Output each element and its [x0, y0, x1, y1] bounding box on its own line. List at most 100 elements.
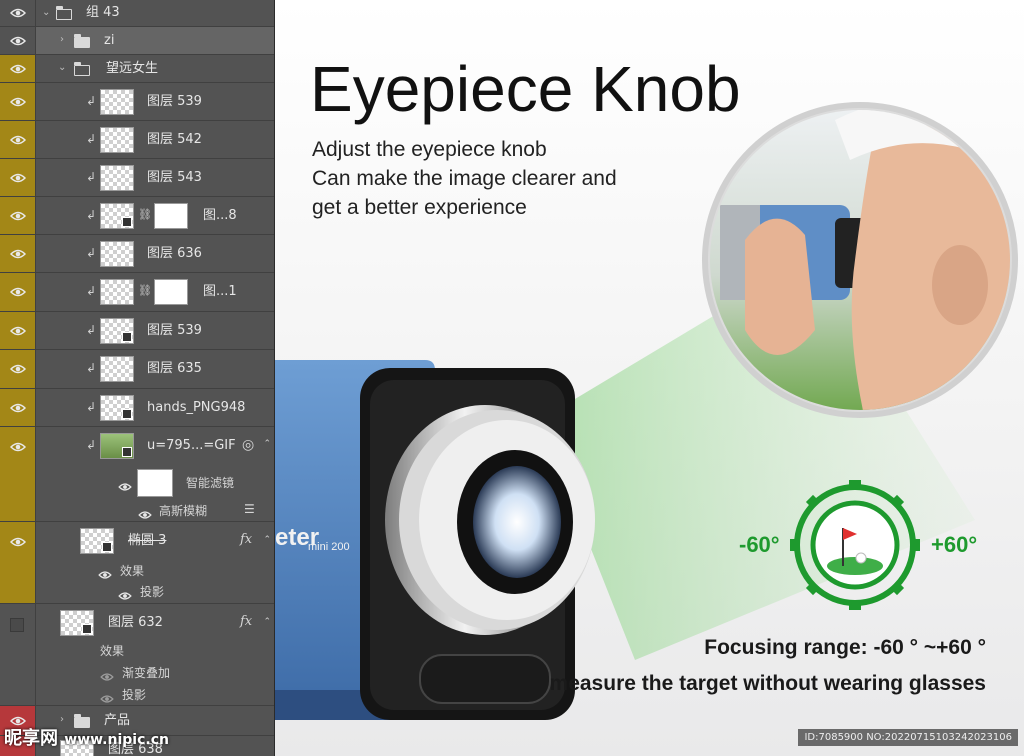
- brand-subtext: mini 200: [308, 541, 350, 553]
- effects-label: 效果: [100, 644, 125, 658]
- degree-right: +60°: [931, 532, 978, 557]
- eye-icon: [10, 286, 26, 298]
- visibility-toggle[interactable]: [0, 312, 36, 349]
- smart-filter-badge-icon: ◎: [242, 437, 255, 453]
- drop-shadow-label: 投影: [122, 688, 147, 702]
- gradient-overlay-label: 渐变叠加: [122, 666, 171, 680]
- layer-label: 椭圆 3: [128, 533, 167, 548]
- layer-label: 图层 542: [147, 132, 202, 147]
- layer-label: 图层 635: [147, 361, 202, 376]
- layer-thumbnail: [100, 241, 134, 267]
- layer-thumbnail: [100, 433, 134, 459]
- clipping-mask-icon: ↲: [86, 132, 97, 146]
- fx-icon[interactable]: fx: [240, 614, 252, 629]
- layer-row[interactable]: ↲ 图层 542: [0, 121, 274, 159]
- layer-label: u=795...=GIF: [147, 438, 236, 453]
- collapse-icon[interactable]: ⌃: [263, 439, 271, 449]
- visibility-toggle[interactable]: [0, 604, 36, 705]
- layer-thumbnail: [100, 356, 134, 382]
- eye-icon: [10, 441, 26, 453]
- chevron-down-icon[interactable]: ⌄: [58, 62, 68, 73]
- eye-icon[interactable]: [98, 565, 112, 579]
- smart-filter-label: 智能滤镜: [186, 476, 235, 490]
- degree-left: -60°: [739, 532, 780, 557]
- eye-icon: [10, 63, 26, 75]
- eye-icon: [10, 134, 26, 146]
- clipping-mask-icon: ↲: [86, 400, 97, 414]
- visibility-toggle[interactable]: [0, 522, 36, 603]
- chain-link-icon[interactable]: ⛓: [138, 284, 152, 297]
- document-canvas[interactable]: Eyepiece Knob Adjust the eyepiece knob C…: [275, 0, 1024, 756]
- visibility-toggle[interactable]: [0, 273, 36, 311]
- mask-thumbnail: [154, 279, 188, 305]
- clipping-mask-icon: ↲: [86, 361, 97, 375]
- layer-row[interactable]: ↲ 图层 539: [0, 83, 274, 121]
- visibility-toggle[interactable]: [0, 235, 36, 272]
- filter-options-icon[interactable]: ☰: [244, 502, 255, 516]
- layer-row[interactable]: ↲ ⛓ 图...8: [0, 197, 274, 235]
- eye-icon: [10, 248, 26, 260]
- visibility-toggle[interactable]: [0, 350, 36, 388]
- visibility-toggle[interactable]: [0, 55, 36, 82]
- layers-panel: ⌄ 组 43 › zi ⌄ 望远女生 ↲ 图层 539 ↲ 图层 542 ↲ 图…: [0, 0, 275, 756]
- layer-thumbnail: [100, 89, 134, 115]
- visibility-toggle[interactable]: [0, 27, 36, 54]
- eye-icon[interactable]: [100, 689, 114, 703]
- clipping-mask-icon: ↲: [86, 170, 97, 184]
- eye-icon[interactable]: [118, 586, 132, 600]
- fx-icon[interactable]: fx: [240, 532, 252, 547]
- visibility-toggle[interactable]: [0, 159, 36, 196]
- chevron-down-icon[interactable]: ⌄: [42, 7, 52, 18]
- layer-thumbnail: [100, 279, 134, 305]
- layer-row-smart-object[interactable]: ↲ u=795...=GIF ◎ ⌃ 智能滤镜 高斯模糊 ☰: [0, 427, 274, 522]
- layer-label: 组 43: [86, 5, 120, 20]
- layer-row[interactable]: ↲ 图层 543: [0, 159, 274, 197]
- layer-label: 图层 632: [108, 615, 163, 630]
- layer-thumbnail: [100, 318, 134, 344]
- chain-link-icon[interactable]: ⛓: [138, 208, 152, 221]
- layer-row[interactable]: ↲ 图层 635: [0, 350, 274, 389]
- measure-text: measure the target without wearing glass…: [549, 672, 986, 695]
- layer-row[interactable]: ↲ 图层 539: [0, 312, 274, 350]
- layer-row-ellipse[interactable]: 椭圆 3 fx ⌃ 效果 投影: [0, 522, 274, 604]
- layer-thumbnail: [100, 203, 134, 229]
- layer-thumbnail: [100, 395, 134, 421]
- visibility-toggle[interactable]: [0, 197, 36, 234]
- collapse-icon[interactable]: ⌃: [263, 617, 271, 627]
- folder-icon: [55, 6, 72, 20]
- clipping-mask-icon: ↲: [86, 323, 97, 337]
- layer-row-zi[interactable]: › zi: [0, 27, 274, 55]
- visibility-toggle[interactable]: [0, 0, 36, 26]
- layer-row[interactable]: ↲ 图层 636: [0, 235, 274, 273]
- hidden-checkbox-icon: [10, 618, 24, 632]
- collapse-icon[interactable]: ⌃: [263, 535, 271, 545]
- chevron-right-icon[interactable]: ›: [60, 34, 70, 45]
- layer-row-632[interactable]: 图层 632 fx ⌃ 效果 渐变叠加 投影: [0, 604, 274, 706]
- watermark-logo: 昵享网 www.nipic.cn: [4, 724, 169, 750]
- layer-label: hands_PNG948: [147, 400, 246, 415]
- layer-label: 图...8: [203, 208, 237, 223]
- visibility-toggle[interactable]: [0, 83, 36, 120]
- eye-icon[interactable]: [138, 505, 152, 519]
- layer-label: 图层 539: [147, 94, 202, 109]
- layer-label: zi: [104, 33, 115, 48]
- layer-label: 图...1: [203, 284, 237, 299]
- layer-row[interactable]: ↲ ⛓ 图...1: [0, 273, 274, 312]
- eye-icon: [10, 35, 26, 47]
- layer-label: 望远女生: [106, 61, 159, 76]
- visibility-toggle[interactable]: [0, 121, 36, 158]
- layer-label: 图层 543: [147, 170, 202, 185]
- visibility-toggle[interactable]: [0, 389, 36, 426]
- gaussian-blur-label: 高斯模糊: [159, 504, 208, 518]
- layer-row-group-girl[interactable]: ⌄ 望远女生: [0, 55, 274, 83]
- eye-icon[interactable]: [118, 477, 132, 491]
- drop-shadow-label: 投影: [140, 585, 165, 599]
- chevron-right-icon[interactable]: ›: [60, 714, 70, 725]
- layer-row-group-43[interactable]: ⌄ 组 43: [0, 0, 274, 27]
- layer-row[interactable]: ↲ hands_PNG948: [0, 389, 274, 427]
- layer-label: 图层 636: [147, 246, 202, 261]
- watermark-url: www.nipic.cn: [64, 732, 169, 748]
- visibility-toggle[interactable]: [0, 427, 36, 521]
- eye-icon[interactable]: [100, 667, 114, 681]
- focusing-range-text: Focusing range: -60 ° ~+60 °: [704, 636, 986, 659]
